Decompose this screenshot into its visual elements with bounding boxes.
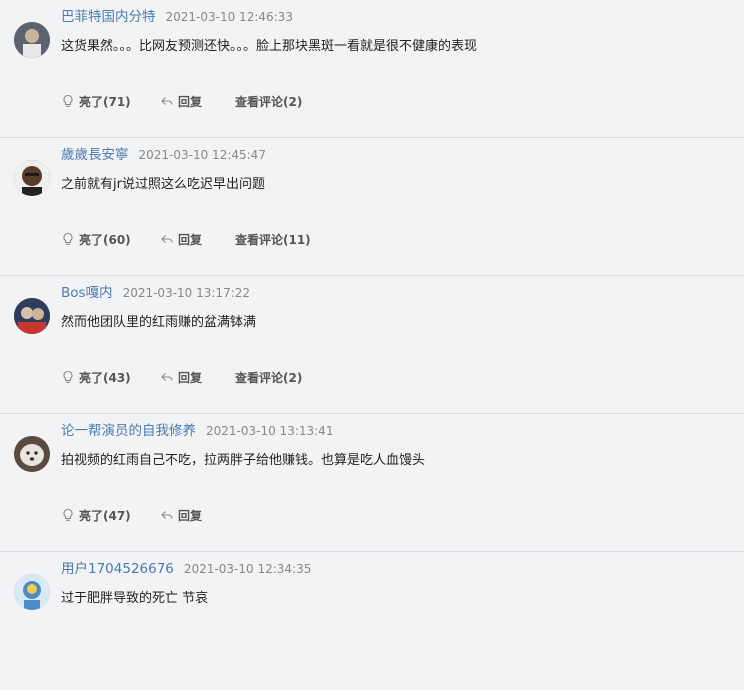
comment-meta: 用户1704526676 2021-03-10 12:34:35: [61, 558, 311, 578]
avatar-image-icon: [14, 436, 50, 472]
view-replies-label: 查看评论(2): [235, 94, 303, 109]
comment-text: 拍视频的红雨自己不吃，拉两胖子给他赚钱。也算是吃人血馒头: [61, 453, 426, 468]
avatar[interactable]: [14, 160, 50, 196]
comment-list: 巴菲特国内分特 2021-03-10 12:46:33 这货果然。。。比网友预测还…: [0, 0, 744, 690]
view-replies-button[interactable]: 查看评论(11): [235, 231, 311, 248]
reply-label: 回复: [178, 508, 203, 523]
reply-label: 回复: [178, 94, 203, 109]
lightbulb-icon: [63, 370, 73, 383]
username[interactable]: 用户1704526676: [61, 561, 174, 577]
like-button[interactable]: 亮了(60): [61, 231, 160, 248]
view-replies-label: 查看评论(11): [235, 232, 311, 247]
comment-text: 之前就有jr说过照这么吃迟早出问题: [61, 177, 265, 192]
comment-actions: 亮了(47) 回复: [61, 505, 235, 525]
avatar-image-icon: [14, 160, 50, 196]
comment-item: 歲歲長安寧 2021-03-10 12:45:47 之前就有jr说过照这么吃迟早出…: [0, 138, 744, 276]
timestamp: 2021-03-10 13:13:41: [206, 424, 334, 438]
reply-arrow-icon: [161, 373, 173, 381]
timestamp: 2021-03-10 12:34:35: [183, 562, 312, 576]
avatar-image-icon: [14, 298, 50, 334]
comment-text: 这货果然。。。比网友预测还快。。。脸上那块黑斑一看就是很不健康的表现: [61, 39, 478, 54]
lightbulb-icon: [63, 94, 73, 107]
comment-item: 论一帮演员的自我修养 2021-03-10 13:13:41 拍视频的红雨自己不吃…: [0, 414, 744, 552]
avatar[interactable]: [14, 436, 50, 472]
reply-label: 回复: [178, 370, 203, 385]
timestamp: 2021-03-10 12:46:33: [165, 10, 293, 24]
avatar-image-icon: [14, 574, 50, 610]
comment-actions: 亮了(71) 回复 查看评论(2): [61, 91, 302, 111]
view-replies-label: 查看评论(2): [235, 370, 303, 385]
username[interactable]: 论一帮演员的自我修养: [61, 423, 196, 439]
comment-text: 然而他团队里的红雨赚的盆满钵满: [61, 315, 257, 330]
timestamp: 2021-03-10 12:45:47: [138, 148, 266, 162]
reply-arrow-icon: [161, 235, 173, 243]
lightbulb-icon: [63, 508, 73, 521]
comment-actions: 亮了(43) 回复 查看评论(2): [61, 367, 302, 387]
like-count: 亮了(47): [79, 508, 131, 523]
like-button[interactable]: 亮了(43): [61, 369, 160, 386]
reply-button[interactable]: 回复: [160, 231, 235, 248]
comment-meta: 巴菲特国内分特 2021-03-10 12:46:33: [61, 6, 293, 26]
username[interactable]: 歲歲長安寧: [61, 147, 129, 163]
avatar[interactable]: [14, 298, 50, 334]
username[interactable]: 巴菲特国内分特: [61, 9, 156, 25]
comment-meta: 歲歲長安寧 2021-03-10 12:45:47: [61, 144, 266, 164]
like-button[interactable]: 亮了(71): [61, 93, 160, 110]
comment-item: Bos嘎内 2021-03-10 13:17:22 然而他团队里的红雨赚的盆满钵满…: [0, 276, 744, 414]
like-button[interactable]: 亮了(47): [61, 507, 160, 524]
reply-arrow-icon: [161, 511, 173, 519]
like-count: 亮了(60): [79, 232, 131, 247]
avatar[interactable]: [14, 574, 50, 610]
like-count: 亮了(43): [79, 370, 131, 385]
reply-button[interactable]: 回复: [160, 369, 235, 386]
avatar-image-icon: [14, 22, 50, 58]
comment-item: 巴菲特国内分特 2021-03-10 12:46:33 这货果然。。。比网友预测还…: [0, 0, 744, 138]
lightbulb-icon: [63, 232, 73, 245]
comment-actions: 亮了(60) 回复 查看评论(11): [61, 229, 311, 249]
reply-button[interactable]: 回复: [160, 93, 235, 110]
avatar[interactable]: [14, 22, 50, 58]
username[interactable]: Bos嘎内: [61, 285, 113, 301]
comment-meta: Bos嘎内 2021-03-10 13:17:22: [61, 282, 250, 302]
reply-button[interactable]: 回复: [160, 507, 235, 524]
view-replies-button[interactable]: 查看评论(2): [235, 369, 302, 386]
view-replies-button[interactable]: 查看评论(2): [235, 93, 302, 110]
comment-item: 用户1704526676 2021-03-10 12:34:35 过于肥胖导致的死…: [0, 552, 744, 690]
comment-text: 过于肥胖导致的死亡 节哀: [61, 591, 209, 606]
like-count: 亮了(71): [79, 94, 131, 109]
reply-arrow-icon: [161, 97, 173, 105]
comment-meta: 论一帮演员的自我修养 2021-03-10 13:13:41: [61, 420, 333, 440]
timestamp: 2021-03-10 13:17:22: [122, 286, 251, 300]
reply-label: 回复: [178, 232, 203, 247]
